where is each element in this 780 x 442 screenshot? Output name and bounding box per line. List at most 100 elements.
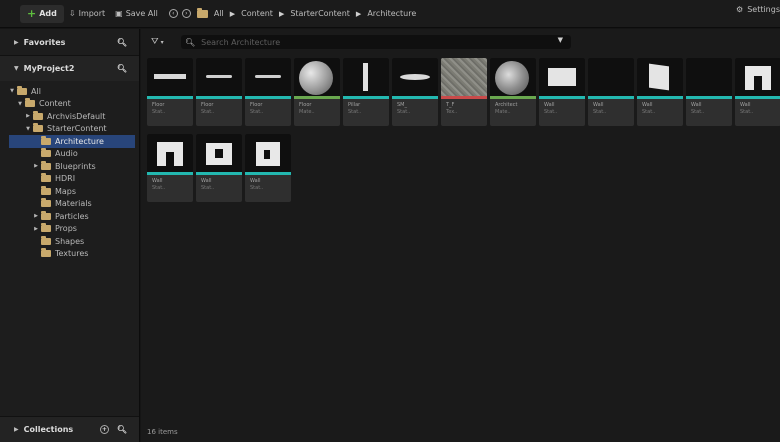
search-input[interactable] [199,36,544,48]
asset-type-color-bar [245,172,291,175]
search-icon[interactable]: 🔍︎ [117,64,127,73]
tree-item[interactable]: Architecture [9,135,135,148]
asset-tile[interactable]: Wall Stat.. [245,134,291,202]
asset-type: Stat.. [593,109,607,115]
folder-icon [33,110,43,120]
tree-item[interactable]: ▼ Content [9,98,135,111]
project-header[interactable]: ▼ MyProject2 🔍︎ [0,55,139,81]
favorites-label: Favorites [23,37,66,47]
asset-name: Floor [250,102,263,108]
tree-item[interactable]: Textures [9,248,135,261]
expand-arrow-icon[interactable]: ▼ [17,101,23,107]
collapse-arrow-icon: ▼ [14,65,19,72]
asset-tile[interactable]: T_F Tex.. [441,58,487,126]
asset-name: Wall [250,178,261,184]
asset-thumbnail [343,58,389,96]
tree-item[interactable]: ▶ ArchvisDefault [9,110,135,123]
search-box[interactable]: 🔍︎ ▼ [181,35,571,49]
expand-arrow-icon[interactable]: ▶ [33,226,39,232]
tree-item-label: Materials [55,199,92,209]
history-back-icon[interactable]: ‹ [168,9,178,18]
folder-icon [41,185,51,195]
asset-type-color-bar [147,96,193,99]
asset-type-color-bar [392,96,438,99]
expand-arrow-icon[interactable]: ▶ [33,213,39,219]
asset-tile[interactable]: Floor Stat.. [196,58,242,126]
add-collection-icon[interactable]: + [99,425,109,434]
add-button[interactable]: + Add [20,4,64,23]
tree-item[interactable]: Audio [9,148,135,161]
tree-item[interactable]: Shapes [9,235,135,248]
asset-type-color-bar [588,96,634,99]
import-icon: ⇩ [68,9,76,18]
asset-type-color-bar [343,96,389,99]
folder-icon [41,135,51,145]
expand-arrow-icon: ▶ [14,38,19,46]
asset-tile[interactable]: Wall Stat.. [147,134,193,202]
favorites-header[interactable]: ▶ Favorites 🔍︎ [0,29,139,55]
import-button[interactable]: ⇩ Import [64,5,110,23]
asset-type: Stat.. [201,109,215,115]
sphere-preview [299,61,333,95]
tree-item[interactable]: ▼ All [9,85,135,98]
search-icon: 🔍︎ [185,37,196,47]
tree-item[interactable]: ▼ StarterContent [9,123,135,136]
asset-thumbnail [588,58,634,96]
tree-item[interactable]: ▶ Blueprints [9,160,135,173]
asset-name: SM_ [397,102,407,108]
asset-tile[interactable]: Wall Stat.. [196,134,242,202]
collections-header[interactable]: ▶ Collections + 🔍︎ [0,416,139,442]
tree-item[interactable]: HDRI [9,173,135,186]
item-count: 16 items [147,428,178,436]
asset-tile[interactable]: Wall Stat.. [588,58,634,126]
expand-arrow-icon[interactable]: ▶ [25,113,31,119]
folder-icon [196,7,208,18]
breadcrumb-item-startercontent[interactable]: StarterContent [290,9,350,18]
asset-tile[interactable]: Wall Stat.. [686,58,732,126]
asset-tile[interactable]: Pillar Stat.. [343,58,389,126]
tree-item[interactable]: ▶ Particles [9,210,135,223]
asset-tile[interactable]: Floor Mate.. [294,58,340,126]
chevron-down-icon[interactable]: ▼ [558,36,563,44]
folder-icon [41,148,51,158]
asset-tile[interactable]: Wall Stat.. [637,58,683,126]
expand-arrow-icon[interactable]: ▶ [33,163,39,169]
expand-arrow-icon[interactable]: ▼ [9,88,15,94]
tree-item-label: All [31,86,41,96]
asset-thumbnail [441,58,487,96]
save-all-button[interactable]: ▣ Save All [110,5,163,23]
asset-type-color-bar [686,96,732,99]
search-icon[interactable]: 🔍︎ [117,38,127,47]
asset-tile[interactable]: Wall Stat.. [539,58,585,126]
asset-tile[interactable]: Wall Stat.. [735,58,780,126]
search-icon[interactable]: 🔍︎ [117,425,127,434]
asset-tile[interactable]: SM_ Stat.. [392,58,438,126]
window2-preview [256,142,280,166]
chevron-right-icon: ▶ [355,9,362,18]
tree-item-label: HDRI [55,174,76,184]
chevron-right-icon: ▶ [278,9,285,18]
settings-button[interactable]: ⚙ Settings [736,5,780,14]
moon-preview [495,61,529,95]
asset-view: ⛛ ▾ 🔍︎ ▼ FloorStat..FloorStat..FloorStat… [141,29,780,442]
asset-tile[interactable]: Floor Stat.. [147,58,193,126]
asset-tile[interactable]: Architect Mate.. [490,58,536,126]
history-controls: ‹ › [168,9,191,18]
filter-icon[interactable]: ⛛ ▾ [151,37,164,47]
asset-type-color-bar [245,96,291,99]
expand-arrow-icon[interactable]: ▼ [25,126,31,132]
noise-preview [441,58,487,96]
filter-bar: ⛛ ▾ 🔍︎ ▼ [141,29,780,55]
asset-thumbnail [686,58,732,96]
tree-item[interactable]: Materials [9,198,135,211]
history-forward-icon[interactable]: › [181,9,191,18]
breadcrumb-item-all[interactable]: All [214,9,224,18]
breadcrumb-item-architecture[interactable]: Architecture [367,9,416,18]
tree-item[interactable]: Maps [9,185,135,198]
breadcrumb-item-content[interactable]: Content [241,9,273,18]
asset-tile[interactable]: Floor Stat.. [245,58,291,126]
disc-preview [400,74,430,80]
tree-item[interactable]: ▶ Props [9,223,135,236]
asset-name: Floor [201,102,214,108]
asset-name: Floor [299,102,312,108]
